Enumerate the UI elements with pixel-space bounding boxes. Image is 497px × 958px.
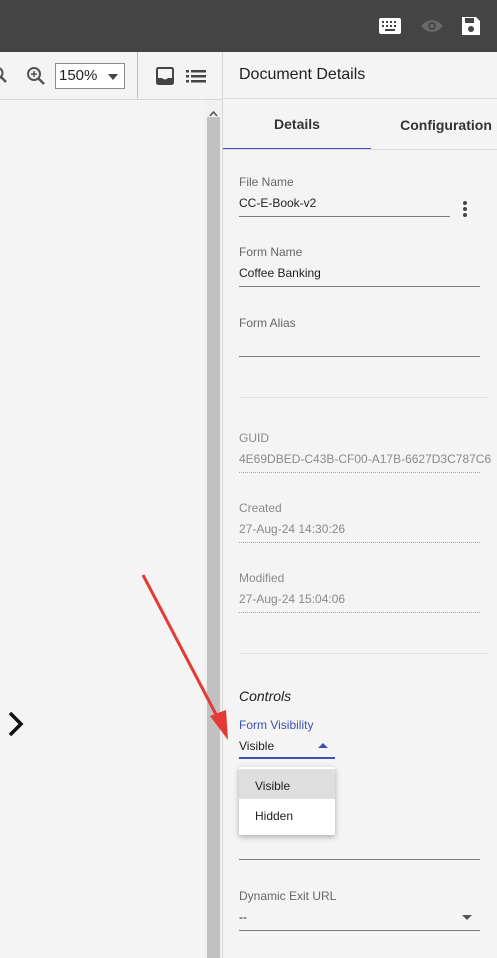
tab-details[interactable]: Details [223,99,371,150]
keyboard-icon[interactable] [378,14,402,38]
created-label: Created [239,501,282,515]
dynamic-exit-url-select[interactable]: -- [239,910,247,924]
chevron-up-icon[interactable] [318,743,328,748]
form-name-field[interactable]: Coffee Banking [239,266,321,280]
file-name-field[interactable]: CC-E-Book-v2 [239,196,316,210]
viewer-toolbar: 150% [0,52,222,100]
file-name-underline [239,216,450,217]
form-visibility-label: Form Visibility [239,718,314,732]
guid-value: 4E69DBED-C43B-CF00-A17B-6627D3C787C6 [239,452,492,466]
created-value: 27-Aug-24 14:30:26 [239,522,346,536]
zoom-value: 150% [59,67,98,84]
form-alias-underline [239,356,480,357]
zoom-select[interactable]: 150% [55,63,125,89]
form-name-underline [239,286,480,287]
dynamic-exit-url-label: Dynamic Exit URL [239,889,337,903]
list-icon[interactable] [186,68,206,89]
viewer-scrollbar[interactable] [205,100,222,958]
dropdown-option-visible[interactable]: Visible [239,769,335,799]
divider [223,149,497,150]
chevron-down-icon[interactable] [462,915,472,920]
created-underline [239,542,480,543]
eye-icon[interactable] [420,14,444,38]
form-alias-label: Form Alias [239,316,296,330]
modified-label: Modified [239,571,285,585]
dynamic-exit-url-underline [239,930,480,931]
inbox-icon[interactable] [156,67,174,90]
form-name-label: Form Name [239,245,303,259]
file-name-label: File Name [239,175,294,189]
form-visibility-underline [239,757,335,759]
dropdown-option-hidden[interactable]: Hidden [239,799,335,829]
toolbar-divider [137,52,138,98]
panel-title: Document Details [239,66,366,83]
form-alias-field[interactable] [239,337,480,353]
field-underline [239,859,480,860]
section-divider [239,397,488,398]
app-top-bar [0,0,497,52]
more-vert-icon[interactable] [462,200,468,223]
scrollbar-thumb[interactable] [207,117,220,958]
modified-value: 27-Aug-24 15:04:06 [239,592,346,606]
guid-underline [239,472,480,473]
zoom-out-icon[interactable] [0,66,8,89]
form-visibility-select[interactable]: Visible [239,739,274,753]
section-divider [239,653,488,654]
document-details-panel: Document Details Details Configuration F… [222,52,497,958]
save-icon[interactable] [459,14,483,38]
form-visibility-dropdown: Visible Hidden [239,767,335,835]
modified-underline [239,612,480,613]
document-viewer[interactable] [0,100,205,958]
guid-label: GUID [239,431,269,445]
zoom-in-icon[interactable] [26,66,46,91]
controls-heading: Controls [239,688,292,704]
chevron-down-icon [108,74,118,80]
chevron-right-icon[interactable] [6,710,26,743]
tab-configuration[interactable]: Configuration [371,99,497,150]
